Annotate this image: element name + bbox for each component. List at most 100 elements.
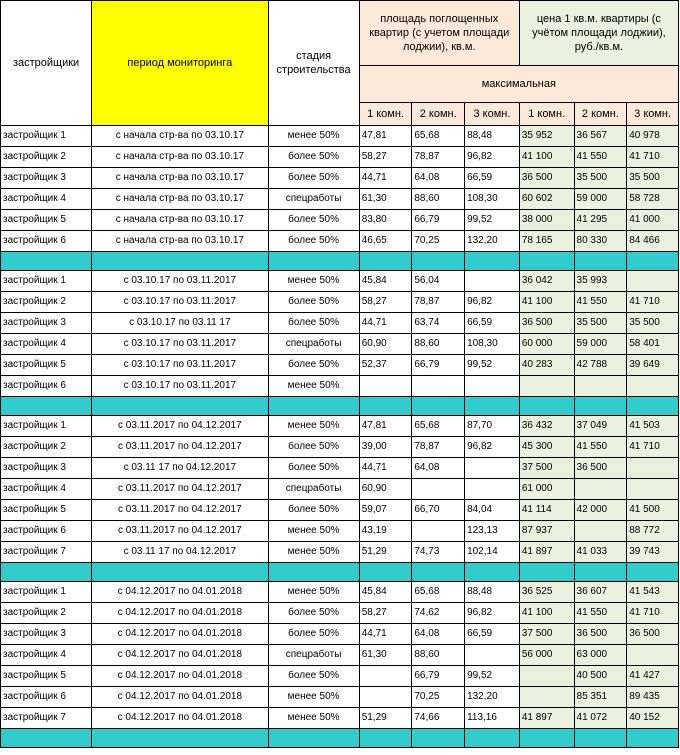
cell-price-1: 41 114 [518,499,575,521]
cell-price-2: 35 993 [573,270,628,292]
header-price-room-1: 1 комн. [518,102,575,126]
cell-period: с 04.12.2017 по 04.01.2018 [91,581,269,603]
cell-developer: застройщик 2 [0,602,93,624]
cell-stage: спецработы [267,188,360,210]
cell-area-2: 66,79 [411,665,466,687]
separator-cell [573,251,628,271]
cell-stage: более 50% [267,146,360,168]
cell-area-2: 66,70 [411,499,466,521]
cell-stage: более 50% [267,354,360,376]
separator-cell [267,562,360,582]
cell-developer: застройщик 1 [0,125,93,147]
cell-area-1 [358,665,413,687]
separator-cell [626,562,679,582]
separator-cell [411,396,466,416]
cell-area-1: 45,84 [358,581,413,603]
table-row: застройщик 4с 03.11.2017 по 04.12.2017 сп… [0,478,679,500]
cell-stage: более 50% [267,457,360,479]
cell-price-1: 41 897 [518,707,575,729]
group-separator [0,251,679,271]
cell-area-1: 51,29 [358,541,413,563]
cell-price-2: 41 072 [573,707,628,729]
cell-price-2: 37 049 [573,415,628,437]
cell-stage: более 50% [267,209,360,231]
separator-cell [267,251,360,271]
cell-stage: более 50% [267,499,360,521]
cell-price-3: 89 435 [626,686,679,708]
cell-period: с 03.10.17 по 03.11.2017 [91,375,269,397]
header-room-1: 1 комн. [358,102,413,126]
separator-cell [358,728,413,748]
separator-cell [91,728,269,748]
cell-stage: менее 50% [267,520,360,542]
cell-period: с начала стр-ва по 03.10.17 [91,167,269,189]
cell-price-3 [626,375,679,397]
cell-area-3: 96,82 [464,602,520,624]
cell-price-3: 35 500 [626,312,679,334]
header-price-room-3: 3 комн. [626,102,679,126]
cell-area-3: 66,59 [464,312,520,334]
cell-developer: застройщик 2 [0,146,93,168]
separator-cell [518,396,575,416]
separator-cell [626,728,679,748]
cell-stage: менее 50% [267,707,360,729]
separator-cell [518,562,575,582]
cell-area-3: 123,13 [464,520,520,542]
cell-period: с 04.12.2017 по 04.01.2018 [91,644,269,666]
cell-developer: застройщик 1 [0,270,93,292]
cell-price-2: 41 550 [573,436,628,458]
cell-developer: застройщик 1 [0,581,93,603]
cell-price-1: 87 937 [518,520,575,542]
separator-cell [518,728,575,748]
cell-stage: более 50% [267,436,360,458]
cell-area-3: 108,30 [464,188,520,210]
table-row: застройщик 5с 03.10.17 по 03.11.2017 боле… [0,354,679,376]
cell-stage: менее 50% [267,415,360,437]
cell-price-3: 41 710 [626,291,679,313]
cell-area-3: 96,82 [464,436,520,458]
separator-cell [91,562,269,582]
cell-area-3: 102,14 [464,541,520,563]
cell-area-2 [411,478,466,500]
cell-developer: застройщик 2 [0,436,93,458]
cell-price-1: 41 100 [518,602,575,624]
cell-stage: менее 50% [267,686,360,708]
cell-price-2: 41 550 [573,291,628,313]
cell-price-1: 78 165 [518,230,575,252]
cell-price-3: 41 500 [626,499,679,521]
cell-stage: более 50% [267,230,360,252]
cell-developer: застройщик 4 [0,188,93,210]
cell-developer: застройщик 3 [0,312,93,334]
cell-price-1: 35 952 [518,125,575,147]
separator-cell [358,251,413,271]
separator-cell [358,396,413,416]
cell-area-1: 58,27 [358,602,413,624]
table-row: застройщик 5с начала стр-ва по 03.10.17 б… [0,209,679,231]
cell-area-2: 88,60 [411,188,466,210]
table-row: застройщик 4с начала стр-ва по 03.10.17 с… [0,188,679,210]
cell-area-2: 64,08 [411,623,466,645]
cell-stage: более 50% [267,623,360,645]
cell-period: с 03.11 17 по 04.12.2017 [91,541,269,563]
monitoring-table: застройщики период мониторинга стадия ст… [0,0,680,748]
cell-area-1: 60,90 [358,478,413,500]
cell-developer: застройщик 5 [0,665,93,687]
cell-developer: застройщик 5 [0,499,93,521]
cell-price-1: 36 432 [518,415,575,437]
separator-cell [267,396,360,416]
cell-area-3 [464,457,520,479]
separator-cell [358,562,413,582]
separator-cell [626,251,679,271]
cell-area-2: 66,79 [411,209,466,231]
header-room-2: 2 комн. [411,102,466,126]
cell-area-2 [411,375,466,397]
separator-cell [0,562,93,582]
cell-developer: застройщик 7 [0,541,93,563]
table-row: застройщик 7с 04.12.2017 по 04.01.2018 ме… [0,707,679,729]
cell-area-3: 66,59 [464,167,520,189]
cell-area-2: 64,08 [411,167,466,189]
cell-price-1: 37 500 [518,457,575,479]
cell-developer: застройщик 4 [0,333,93,355]
cell-area-3: 88,48 [464,581,520,603]
cell-stage: более 50% [267,665,360,687]
